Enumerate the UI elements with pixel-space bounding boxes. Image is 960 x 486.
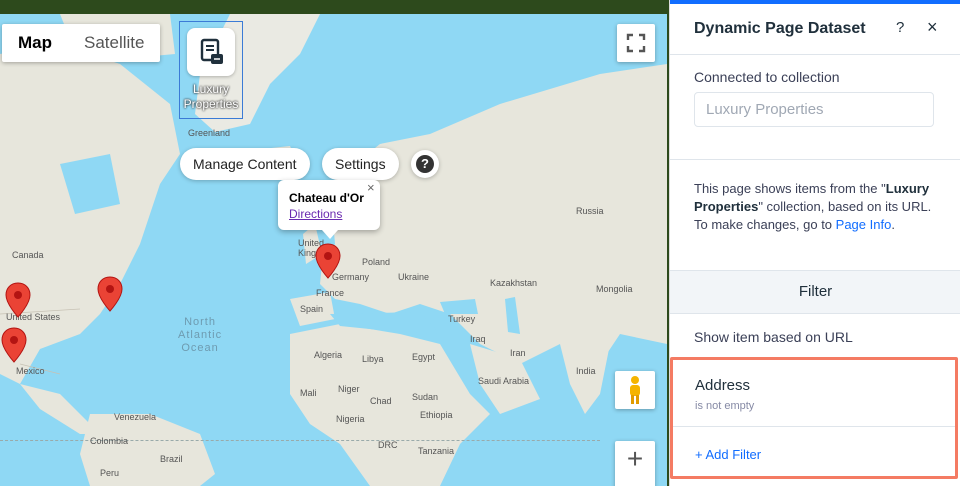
map-label-ukraine: Ukraine: [398, 272, 430, 282]
map-label-turkey: Turkey: [448, 314, 476, 324]
info-text-part: This page shows items from the ": [694, 181, 886, 196]
filter-field-name[interactable]: Address: [695, 377, 750, 394]
map-label-venezuela: Venezuela: [114, 412, 157, 422]
map-type-control: Map Satellite: [2, 24, 161, 62]
map-label-nigeria: Nigeria: [336, 414, 365, 424]
street-view-button[interactable]: [615, 371, 655, 409]
filter-condition: is not empty: [695, 400, 755, 412]
zoom-control: +: [615, 441, 655, 486]
info-window-tail: [322, 230, 338, 239]
show-item-label: Show item based on URL: [694, 329, 853, 345]
map-label-iran: Iran: [510, 348, 526, 358]
panel-title: Dynamic Page Dataset: [694, 20, 866, 37]
map-label-tanzania: Tanzania: [418, 446, 455, 456]
panel-close-icon[interactable]: ×: [927, 17, 938, 38]
dataset-icon: [187, 28, 235, 76]
fullscreen-button[interactable]: [617, 24, 655, 62]
map-label-kazakhstan: Kazakhstan: [490, 278, 538, 288]
map-pin-chateau[interactable]: [315, 243, 341, 279]
map-label-canada: Canada: [12, 250, 44, 260]
map-label-algeria: Algeria: [314, 350, 343, 360]
filter-divider: [673, 426, 955, 427]
map-label-mexico: Mexico: [16, 366, 45, 376]
info-window-title: Chateau d'Or: [289, 191, 364, 205]
collection-info-text: This page shows items from the "Luxury P…: [694, 180, 939, 234]
map-label-chad: Chad: [370, 396, 392, 406]
connected-collection-label: Connected to collection: [694, 69, 840, 85]
map-label-drc: DRC: [378, 440, 398, 450]
add-filter-button[interactable]: + Add Filter: [695, 447, 761, 462]
map-label-peru: Peru: [100, 468, 120, 478]
map-label-egypt: Egypt: [412, 352, 436, 362]
fullscreen-icon: [626, 33, 646, 53]
map-label-spain: Spain: [300, 304, 324, 314]
map-label-india: India: [576, 366, 596, 376]
info-window-close-button[interactable]: ×: [367, 180, 375, 195]
map-pin-california[interactable]: [1, 327, 27, 363]
ocean-label: North Atlantic Ocean: [178, 316, 223, 354]
pegman-icon: [630, 376, 640, 404]
map-label-brazil: Brazil: [160, 454, 183, 464]
collection-field[interactable]: Luxury Properties: [694, 92, 934, 127]
map-label-iraq: Iraq: [470, 334, 486, 344]
zoom-in-button[interactable]: +: [615, 441, 655, 477]
map-pin-east-coast[interactable]: [97, 276, 123, 312]
map-label-ethiopia: Ethiopia: [420, 410, 453, 420]
settings-button[interactable]: Settings: [322, 148, 399, 180]
map-label-poland: Poland: [362, 257, 391, 267]
panel-help-icon[interactable]: ?: [896, 19, 904, 36]
satellite-tab[interactable]: Satellite: [68, 24, 160, 62]
map-label-libya: Libya: [362, 354, 384, 364]
map-label-saudi-arabia: Saudi Arabia: [478, 376, 530, 386]
filter-box: Address is not empty + Add Filter: [670, 357, 958, 479]
info-text-part: .: [891, 217, 895, 232]
manage-content-button[interactable]: Manage Content: [180, 148, 310, 180]
map-label-sudan: Sudan: [412, 392, 439, 402]
info-window: Chateau d'Or Directions ×: [278, 180, 380, 239]
map-label-colombia: Colombia: [90, 436, 129, 446]
directions-link[interactable]: Directions: [289, 207, 342, 221]
dataset-widget-label: Luxury Properties: [183, 82, 239, 111]
map-label-niger: Niger: [338, 384, 360, 394]
help-icon: ?: [416, 155, 434, 173]
map-tab[interactable]: Map: [2, 24, 68, 62]
map-label-greenland: Greenland: [188, 128, 231, 138]
map-canvas[interactable]: North Atlantic Ocean Greenland Canada Un…: [0, 14, 667, 486]
map-label-mongolia: Mongolia: [596, 284, 633, 294]
panel-divider: [670, 159, 960, 160]
panel-header: Dynamic Page Dataset ? ×: [670, 4, 960, 55]
filter-section-header: Filter: [670, 270, 960, 314]
help-button[interactable]: ?: [411, 150, 439, 178]
page-info-link[interactable]: Page Info: [836, 217, 892, 232]
map-label-russia: Russia: [576, 206, 604, 216]
map-pin-west-coast[interactable]: [5, 282, 31, 318]
map-label-mali: Mali: [300, 388, 317, 398]
dataset-settings-panel: Dynamic Page Dataset ? × Connected to co…: [669, 0, 960, 486]
dataset-widget[interactable]: Luxury Properties: [179, 21, 243, 119]
map-label-france: France: [316, 288, 345, 298]
